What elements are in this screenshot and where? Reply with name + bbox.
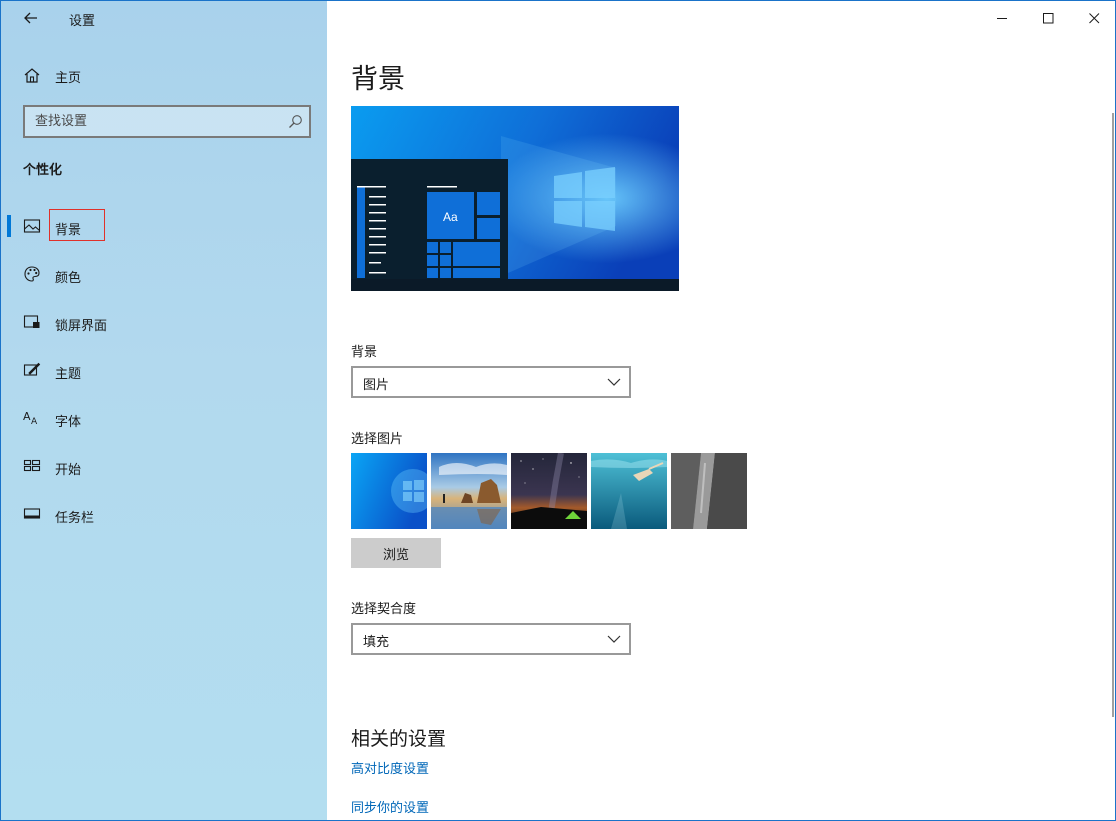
sidebar-nav: 背景 颜色 锁屏界面 主题 A A 字体 开始 任务栏 — [1, 203, 327, 539]
maximize-icon — [1042, 12, 1053, 23]
high-contrast-link[interactable]: 高对比度设置 — [351, 758, 429, 777]
sidebar: 设置 主页 个性化 背景 — [1, 1, 327, 820]
sync-settings-link[interactable]: 同步你的设置 — [351, 797, 429, 816]
sidebar-item-themes[interactable]: 主题 — [1, 347, 327, 395]
thumbnail-beach-rocks[interactable] — [431, 453, 507, 529]
close-icon — [1088, 12, 1099, 23]
thumbnail-underwater-swimmer[interactable] — [591, 453, 667, 529]
picture-thumbnails — [351, 453, 747, 529]
back-button[interactable] — [15, 5, 47, 31]
close-button[interactable] — [1071, 1, 1115, 35]
svg-text:A: A — [23, 410, 31, 423]
page-title: 背景 — [351, 64, 405, 95]
thumbnail-rock-cliff[interactable] — [671, 453, 747, 529]
sidebar-item-label: 主题 — [55, 367, 82, 382]
sidebar-item-start[interactable]: 开始 — [1, 443, 327, 491]
background-dropdown[interactable]: 图片 — [351, 366, 631, 398]
main-content: 背景 Aa 背景 图片 选择图片 浏览 选择契合度 填充 相关的设置 高对比度设… — [327, 1, 1115, 820]
desktop-preview: Aa — [351, 106, 679, 291]
back-arrow-icon — [24, 12, 37, 24]
thumbnail-windows-blue[interactable] — [351, 453, 427, 529]
active-indicator — [7, 215, 11, 237]
font-icon: A A — [23, 410, 38, 427]
preview-image — [351, 106, 679, 291]
sidebar-item-home[interactable]: 主页 — [1, 61, 327, 89]
fit-label: 选择契合度 — [351, 602, 417, 617]
sidebar-item-fonts[interactable]: A A 字体 — [1, 395, 327, 443]
start-icon — [23, 459, 41, 472]
lock-screen-icon — [23, 315, 40, 328]
picture-icon — [23, 219, 41, 233]
preview-tile-text: Aa — [443, 210, 458, 224]
sidebar-item-taskbar[interactable]: 任务栏 — [1, 491, 327, 539]
minimize-icon — [996, 17, 1007, 19]
sidebar-item-background[interactable]: 背景 — [1, 203, 327, 251]
palette-icon — [24, 266, 40, 282]
background-value: 图片 — [363, 378, 390, 393]
chevron-down-icon — [607, 378, 621, 386]
fit-value: 填充 — [363, 635, 390, 650]
sidebar-item-lock-screen[interactable]: 锁屏界面 — [1, 299, 327, 347]
browse-button[interactable]: 浏览 — [351, 538, 441, 568]
search-box[interactable] — [23, 105, 311, 138]
search-icon[interactable] — [288, 114, 303, 129]
sidebar-item-colors[interactable]: 颜色 — [1, 251, 327, 299]
theme-icon — [23, 362, 41, 376]
taskbar-icon — [23, 508, 41, 519]
thumbnail-night-sky-tent[interactable] — [511, 453, 587, 529]
search-input[interactable] — [25, 107, 309, 136]
choose-picture-label: 选择图片 — [351, 432, 404, 447]
related-settings-title: 相关的设置 — [351, 728, 447, 750]
sidebar-item-label: 背景 — [55, 223, 82, 238]
chevron-down-icon — [607, 635, 621, 643]
sidebar-item-label: 颜色 — [55, 271, 82, 286]
sidebar-item-label: 锁屏界面 — [55, 319, 108, 334]
app-title: 设置 — [69, 14, 96, 29]
sidebar-item-label: 主页 — [55, 71, 82, 86]
maximize-button[interactable] — [1025, 1, 1071, 35]
sidebar-item-label: 字体 — [55, 415, 82, 430]
section-title: 个性化 — [23, 163, 63, 178]
sidebar-item-label: 开始 — [55, 463, 82, 478]
settings-window: 设置 主页 个性化 背景 — [0, 0, 1116, 821]
scrollbar[interactable] — [1112, 113, 1114, 717]
background-label: 背景 — [351, 345, 378, 360]
minimize-button[interactable] — [979, 1, 1025, 35]
window-controls — [979, 1, 1115, 35]
home-icon — [24, 68, 40, 83]
titlebar-left: 设置 — [1, 1, 327, 35]
fit-dropdown[interactable]: 填充 — [351, 623, 631, 655]
sidebar-item-label: 任务栏 — [55, 511, 95, 526]
svg-text:A: A — [31, 417, 38, 427]
